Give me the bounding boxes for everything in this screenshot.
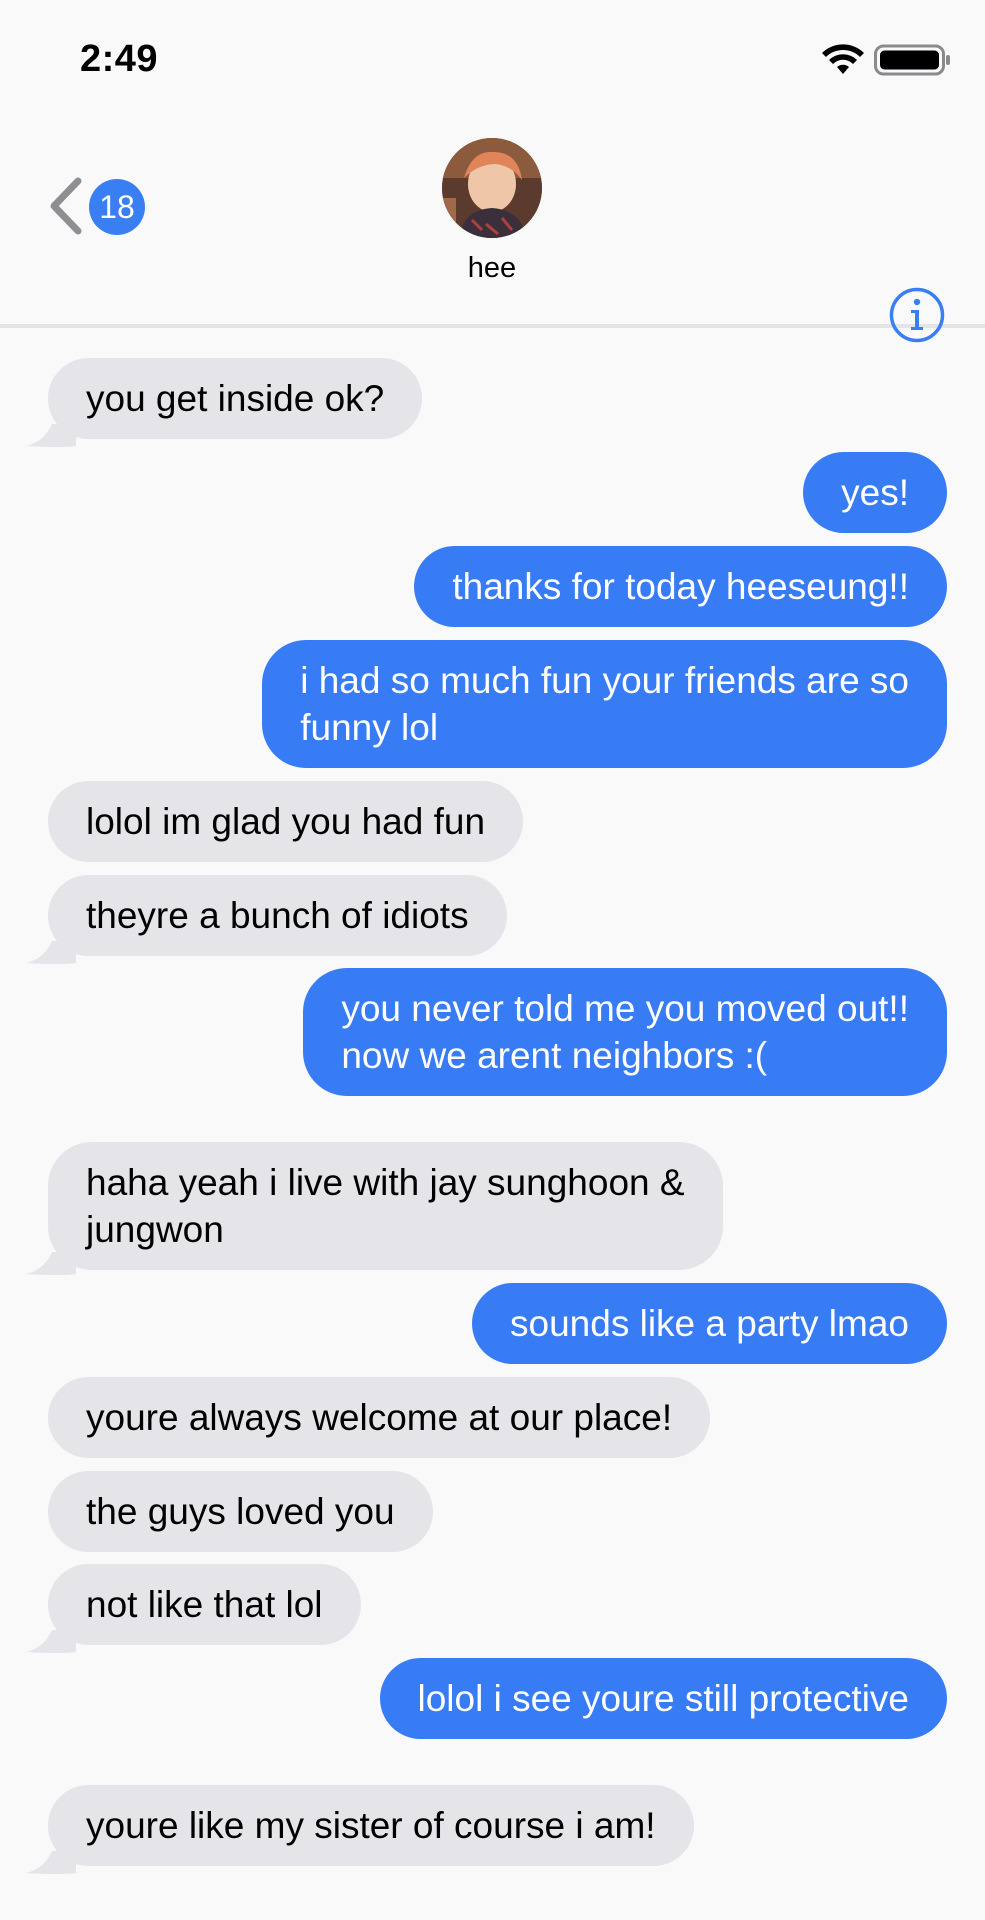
message-text: sounds like a party lmao [510,1303,909,1344]
message-text: you get inside ok? [86,378,385,419]
message-bubble-received[interactable]: the guys loved you [48,1471,433,1552]
message-text: thanks for today heeseung!! [452,566,909,607]
message-text: lolol i see youre still protective [417,1678,910,1719]
message-bubble-received[interactable]: youre like my sister of course i am! [48,1785,694,1866]
message-bubble-received[interactable]: theyre a bunch of idiots [48,875,507,956]
message-text: the guys loved you [86,1491,395,1532]
message-bubble-sent[interactable]: thanks for today heeseung!! [414,546,947,627]
message-bubble-sent[interactable]: lolol i see youre still protective [379,1658,947,1739]
message-bubble-received[interactable]: not like that lol [48,1564,361,1645]
message-bubble-sent[interactable]: i had so much fun your friends are so fu… [262,640,947,768]
message-text: theyre a bunch of idiots [86,895,469,936]
status-time: 2:49 [80,38,159,80]
bubble-tail [26,1851,76,1874]
message-text: lolol im glad you had fun [86,801,486,842]
message-bubble-sent[interactable]: yes! [803,452,947,533]
message-text-line: jungwon [86,1209,224,1250]
message-text-line: you never told me you moved out!! [341,988,909,1029]
message-text-line: funny lol [300,707,439,748]
message-text-line: haha yeah i live with jay sunghoon & [86,1162,685,1203]
unread-count-badge[interactable]: 18 [89,179,145,235]
contact-avatar[interactable] [442,138,542,238]
message-text: youre always welcome at our place! [86,1397,673,1438]
message-bubble-received[interactable]: haha yeah i live with jay sunghoon & jun… [48,1142,723,1270]
message-bubble-received[interactable]: lolol im glad you had fun [48,781,524,862]
wifi-icon [820,44,866,83]
battery-icon [874,44,954,83]
message-bubble-received[interactable]: youre always welcome at our place! [48,1377,711,1458]
bubble-tail [26,424,76,447]
message-text-line: now we arent neighbors :( [341,1035,768,1076]
message-text: youre like my sister of course i am! [86,1805,656,1846]
bubble-tail [26,1252,76,1275]
message-text: not like that lol [86,1584,323,1625]
message-bubble-received[interactable]: you get inside ok? [48,358,423,439]
chevron-left-icon[interactable] [44,175,84,242]
bubble-tail [26,941,76,964]
info-icon[interactable] [888,286,946,349]
message-bubble-sent[interactable]: sounds like a party lmao [472,1283,947,1364]
message-text: yes! [841,472,909,513]
contact-name[interactable]: hee [392,252,592,285]
conversation-header: 18 hee [0,110,985,343]
status-bar: 2:49 [0,0,985,110]
bubble-tail [26,1630,76,1653]
message-text-line: i had so much fun your friends are so [300,660,909,701]
message-bubble-sent[interactable]: you never told me you moved out!! now we… [303,968,947,1096]
